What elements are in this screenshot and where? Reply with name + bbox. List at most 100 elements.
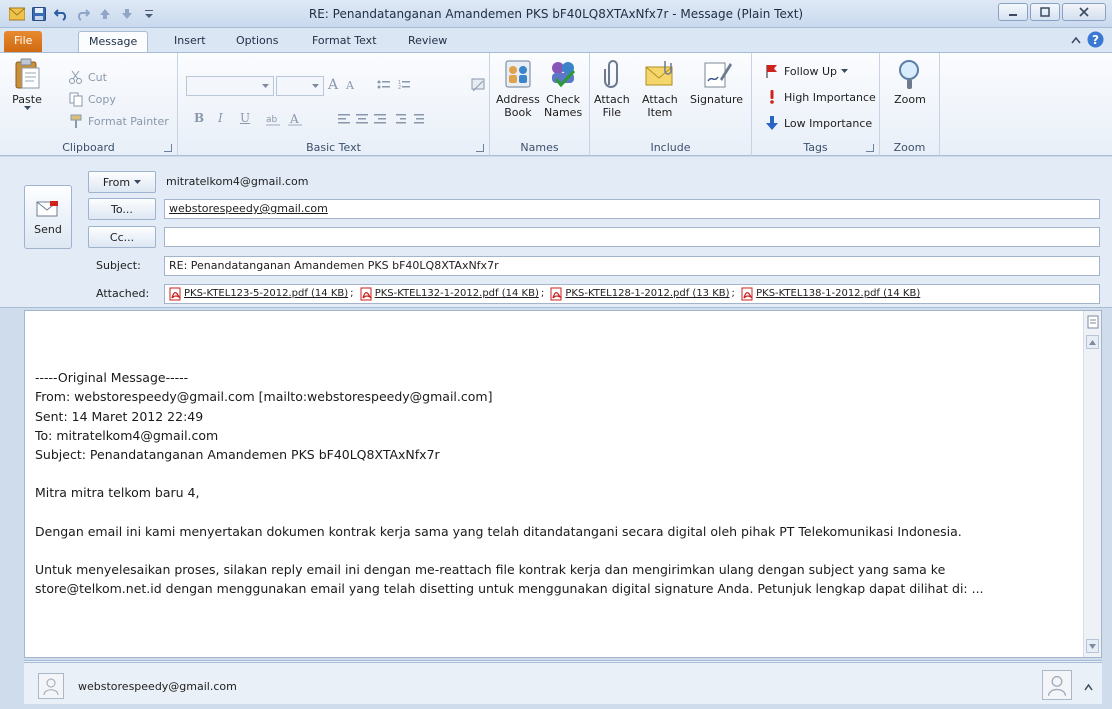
- ribbon: Paste Cut Copy Format Painter Clipboard …: [0, 52, 1112, 157]
- attached-label: Attached:: [96, 287, 150, 300]
- highlight-font-color-icon[interactable]: ab A: [266, 111, 306, 127]
- tab-options[interactable]: Options: [226, 31, 288, 52]
- high-importance-button[interactable]: High Importance: [764, 89, 876, 105]
- tab-review[interactable]: Review: [398, 31, 457, 52]
- attachments-field[interactable]: PKS-KTEL123-5-2012.pdf (14 KB); PKS-KTEL…: [164, 284, 1100, 304]
- body-line: To: mitratelkom4@gmail.com: [35, 427, 219, 443]
- font-name-combo[interactable]: [186, 76, 274, 96]
- attachment-item[interactable]: PKS-KTEL132-1-2012.pdf (14 KB);: [360, 285, 544, 303]
- message-header: Send From mitratelkom4@gmail.com To... w…: [0, 157, 1112, 308]
- body-line: Mitra mitra telkom baru 4,: [35, 485, 200, 501]
- tab-format-text[interactable]: Format Text: [302, 31, 387, 52]
- ruler-toggle-icon[interactable]: [1087, 315, 1099, 332]
- bullets-numbering-icon[interactable]: 1 2: [376, 79, 422, 93]
- window-controls: [998, 3, 1106, 21]
- basic-text-launcher[interactable]: [476, 144, 484, 152]
- chevron-up-icon: [1084, 683, 1093, 691]
- from-button[interactable]: From: [88, 171, 156, 193]
- attach-file-button[interactable]: Attach File: [594, 57, 630, 119]
- italic-button[interactable]: I: [218, 111, 223, 125]
- body-line: Untuk menyelesaikan proses, silakan repl…: [35, 562, 946, 578]
- address-book-icon: [505, 60, 531, 88]
- tab-insert[interactable]: Insert: [164, 31, 216, 52]
- shrink-font-button[interactable]: A: [346, 79, 354, 92]
- include-group: Attach File Attach Item Signature Includ…: [590, 53, 752, 157]
- people-pane: webstorespeedy@gmail.com: [24, 660, 1102, 704]
- check-names-button[interactable]: Check Names: [544, 57, 582, 119]
- paste-dropdown-icon[interactable]: [23, 106, 31, 111]
- chevron-down-icon: [841, 68, 849, 73]
- attachment-item[interactable]: PKS-KTEL123-5-2012.pdf (14 KB);: [169, 285, 354, 303]
- paperclip-icon: [603, 60, 618, 88]
- tags-group: Follow Up High Importance Low Importance…: [752, 53, 880, 157]
- clipboard-launcher[interactable]: [164, 144, 172, 152]
- cc-button[interactable]: Cc...: [88, 226, 156, 248]
- to-field[interactable]: webstorespeedy@gmail.com: [164, 199, 1100, 219]
- body-line: Dengan email ini kami menyertakan dokume…: [35, 523, 962, 539]
- avatar-large[interactable]: [1042, 670, 1072, 700]
- zoom-button[interactable]: Zoom: [893, 57, 927, 106]
- attachment-item[interactable]: PKS-KTEL138-1-2012.pdf (14 KB): [741, 285, 920, 303]
- cc-field[interactable]: [164, 227, 1100, 247]
- copy-button[interactable]: Copy: [68, 91, 116, 107]
- to-button[interactable]: To...: [88, 198, 156, 220]
- avatar[interactable]: [38, 673, 64, 699]
- cut-button[interactable]: Cut: [68, 69, 107, 85]
- paste-label: Paste: [12, 93, 42, 106]
- svg-text:ab: ab: [266, 115, 278, 125]
- message-body-text[interactable]: -----Original Message----- From: webstor…: [35, 368, 1077, 599]
- check-names-icon: [552, 62, 576, 88]
- to-recipient[interactable]: webstorespeedy@gmail.com: [169, 202, 328, 215]
- chevron-down-icon: [262, 84, 269, 88]
- paste-button[interactable]: Paste: [10, 57, 44, 111]
- body-line: store@telkom.net.id dengan menggunakan e…: [35, 581, 984, 597]
- close-button[interactable]: [1062, 3, 1106, 21]
- address-book-button[interactable]: Address Book: [496, 57, 540, 119]
- grow-font-button[interactable]: A: [328, 77, 338, 93]
- person-icon: [43, 678, 59, 696]
- collapse-ribbon-icon[interactable]: [1071, 36, 1081, 44]
- subject-field[interactable]: RE: Penandatanganan Amandemen PKS bF40LQ…: [164, 256, 1100, 276]
- maximize-button[interactable]: [1030, 3, 1060, 21]
- follow-up-button[interactable]: Follow Up: [764, 63, 849, 79]
- scroll-down-button[interactable]: [1086, 639, 1099, 653]
- svg-text:2: 2: [398, 85, 401, 91]
- tags-launcher[interactable]: [866, 144, 874, 152]
- message-body[interactable]: -----Original Message----- From: webstor…: [24, 310, 1102, 658]
- help-area: ?: [1071, 31, 1104, 48]
- format-painter-icon: [70, 114, 82, 128]
- down-arrow-blue-icon: [766, 116, 778, 130]
- help-icon[interactable]: ?: [1087, 31, 1104, 48]
- chevron-down-icon: [312, 84, 319, 88]
- attachment-item[interactable]: PKS-KTEL128-1-2012.pdf (13 KB);: [550, 285, 735, 303]
- vertical-scrollbar[interactable]: [1083, 311, 1101, 657]
- paragraph-alignment-icon[interactable]: [338, 111, 426, 127]
- bold-button[interactable]: B: [194, 111, 204, 125]
- pdf-file-icon: [360, 287, 372, 301]
- send-button[interactable]: Send: [24, 185, 72, 249]
- body-line: Sent: 14 Maret 2012 22:49: [35, 408, 204, 424]
- subject-label: Subject:: [96, 259, 141, 272]
- person-icon: [1048, 676, 1066, 696]
- signature-button[interactable]: Signature: [690, 57, 743, 106]
- basic-text-group: A A 1 2 B I U ab A Basic Text: [178, 53, 490, 157]
- format-painter-button[interactable]: Format Painter: [68, 113, 169, 129]
- underline-button[interactable]: U: [240, 111, 250, 125]
- chevron-down-icon: [1089, 643, 1096, 649]
- clear-formatting-icon[interactable]: [470, 77, 486, 93]
- paste-icon: [15, 58, 40, 89]
- attach-item-button[interactable]: Attach Item: [642, 57, 678, 119]
- copy-icon: [69, 92, 83, 107]
- minimize-button[interactable]: [998, 3, 1028, 21]
- flag-icon: [766, 65, 777, 78]
- low-importance-button[interactable]: Low Importance: [764, 115, 872, 131]
- tab-message[interactable]: Message: [78, 31, 149, 52]
- clipboard-group-label: Clipboard: [62, 141, 115, 154]
- scroll-up-button[interactable]: [1086, 335, 1099, 349]
- people-pane-name[interactable]: webstorespeedy@gmail.com: [78, 680, 237, 693]
- tab-file[interactable]: File: [4, 31, 43, 52]
- font-size-combo[interactable]: [276, 76, 324, 96]
- expand-people-pane-button[interactable]: [1084, 681, 1093, 694]
